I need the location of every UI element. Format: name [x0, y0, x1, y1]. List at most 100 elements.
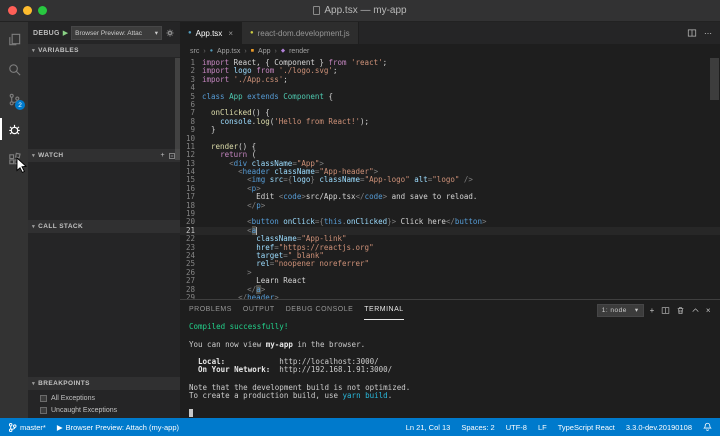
breadcrumb-item-method[interactable]: render — [289, 48, 309, 55]
code-line[interactable]: 9 } — [180, 126, 720, 134]
line-number[interactable]: 29 — [180, 294, 202, 300]
terminal-instance-dropdown[interactable]: 1: node ▾ — [597, 304, 644, 317]
tab-output[interactable]: OUTPUT — [243, 300, 275, 320]
eol-status[interactable]: LF — [538, 423, 547, 432]
split-editor-icon[interactable] — [687, 28, 697, 38]
code-line[interactable]: 15 <img src={logo} className="App-logo" … — [180, 176, 720, 184]
code-line[interactable]: 18 </p> — [180, 202, 720, 210]
uncaught-exceptions-checkbox[interactable] — [40, 407, 47, 414]
breakpoints-section-label: BREAKPOINTS — [38, 380, 90, 387]
breadcrumb-separator: › — [275, 48, 277, 55]
vscode-window: App.tsx — my-app 2 DEBU — [0, 0, 720, 436]
code-line[interactable]: 10 — [180, 135, 720, 143]
chevron-down-icon: ▾ — [32, 153, 35, 159]
editor-actions: ⋯ — [679, 22, 720, 44]
editor-area: ● App.tsx × ● react-dom.development.js ⋯… — [180, 22, 720, 418]
explorer-icon[interactable] — [0, 24, 28, 54]
chevron-down-icon: ▾ — [32, 224, 35, 230]
document-icon — [313, 6, 320, 15]
debug-target-status[interactable]: ▶ Browser Preview: Attach (my-app) — [57, 423, 179, 432]
indentation-status[interactable]: Spaces: 2 — [461, 423, 494, 432]
breadcrumb-method-icon: ◆ — [281, 48, 285, 54]
terminal-line — [189, 401, 711, 410]
title-bar: App.tsx — my-app — [0, 0, 720, 22]
chevron-down-icon: ▾ — [155, 29, 158, 37]
breakpoints-section-header[interactable]: ▾ BREAKPOINTS — [28, 377, 180, 390]
terminal-line: Compiled successfully! — [189, 323, 711, 332]
maximize-panel-icon[interactable] — [691, 306, 700, 315]
breadcrumb-item-class[interactable]: App — [258, 48, 270, 55]
debug-sidebar: DEBUG ▶ Browser Preview: Attac ▾ ▾ VARIA… — [28, 22, 180, 418]
close-window-button[interactable] — [8, 6, 17, 15]
extensions-icon[interactable] — [0, 144, 28, 174]
breakpoint-all-exceptions[interactable]: All Exceptions — [28, 392, 180, 404]
scm-badge: 2 — [15, 100, 25, 110]
breadcrumb-item-file[interactable]: App.tsx — [217, 48, 240, 55]
branch-label: master* — [20, 423, 46, 432]
watch-section-label: WATCH — [38, 152, 63, 159]
breadcrumb-separator: › — [203, 48, 205, 55]
variables-section-header[interactable]: ▾ VARIABLES — [28, 44, 180, 57]
all-exceptions-checkbox[interactable] — [40, 395, 47, 402]
window-title: App.tsx — my-app — [313, 5, 406, 16]
status-bar: master* ▶ Browser Preview: Attach (my-ap… — [0, 418, 720, 436]
debug-settings-gear-icon[interactable] — [165, 28, 175, 38]
code-line[interactable]: 29 </header> — [180, 294, 720, 300]
window-controls — [8, 0, 47, 21]
code-line[interactable]: 5class App extends Component { — [180, 93, 720, 101]
git-branch-status[interactable]: master* — [8, 422, 46, 433]
terminal[interactable]: Compiled successfully!You can now view m… — [180, 320, 720, 418]
language-mode-status[interactable]: TypeScript React — [558, 423, 615, 432]
call-stack-section-header[interactable]: ▾ CALL STACK — [28, 220, 180, 233]
code-line[interactable]: 8 console.log('Hello from React!'); — [180, 118, 720, 126]
watch-section-body — [28, 162, 180, 220]
add-watch-expression-icon[interactable]: + — [161, 152, 166, 159]
terminal-line: On Your Network: http://192.168.1.91:300… — [189, 366, 711, 375]
breakpoint-uncaught-exceptions[interactable]: Uncaught Exceptions — [28, 404, 180, 416]
tab-terminal[interactable]: TERMINAL — [364, 300, 403, 320]
variables-section-body — [28, 57, 180, 149]
terminal-instance-value: 1: node — [602, 307, 627, 314]
debug-target-label: Browser Preview: Attach (my-app) — [66, 423, 179, 432]
split-terminal-icon[interactable] — [661, 306, 670, 315]
tab-debug-console[interactable]: DEBUG CONSOLE — [286, 300, 354, 320]
editor-scrollbar[interactable] — [710, 58, 719, 100]
zoom-window-button[interactable] — [38, 6, 47, 15]
notifications-bell-icon[interactable] — [703, 422, 712, 432]
debug-config-dropdown[interactable]: Browser Preview: Attac ▾ — [71, 26, 162, 40]
code-line[interactable]: 20 <button onClick={this.onClicked}> Cli… — [180, 218, 720, 226]
js-file-icon: ● — [250, 30, 254, 36]
close-tab-icon[interactable]: × — [228, 29, 233, 38]
panel-actions: 1: node ▾ + × — [597, 304, 711, 317]
breadcrumb-separator: › — [244, 48, 246, 55]
window-title-text: App.tsx — my-app — [324, 5, 406, 16]
search-icon[interactable] — [0, 54, 28, 84]
code-lines: 1import React, { Component } from 'react… — [180, 59, 720, 299]
close-panel-icon[interactable]: × — [706, 306, 711, 315]
cursor-position-status[interactable]: Ln 21, Col 13 — [406, 423, 451, 432]
kill-terminal-icon[interactable] — [676, 306, 685, 315]
branch-icon — [8, 422, 17, 433]
code-line[interactable]: 11 render() { — [180, 143, 720, 151]
debug-icon[interactable] — [0, 114, 28, 144]
minimize-window-button[interactable] — [23, 6, 32, 15]
react-file-icon: ● — [188, 30, 192, 36]
bottom-panel: PROBLEMS OUTPUT DEBUG CONSOLE TERMINAL 1… — [180, 299, 720, 418]
tab-problems[interactable]: PROBLEMS — [189, 300, 232, 320]
start-debug-icon[interactable]: ▶ — [63, 29, 68, 37]
tab-react-dom-development-js[interactable]: ● react-dom.development.js — [242, 22, 359, 44]
encoding-status[interactable]: UTF-8 — [506, 423, 527, 432]
breadcrumb-item-src[interactable]: src — [190, 48, 199, 55]
new-terminal-icon[interactable]: + — [650, 306, 655, 315]
call-stack-section-label: CALL STACK — [38, 223, 83, 230]
code-editor[interactable]: 1import React, { Component } from 'react… — [180, 58, 720, 299]
code-line[interactable]: 3import './App.css'; — [180, 76, 720, 84]
tab-app-tsx[interactable]: ● App.tsx × — [180, 22, 242, 44]
source-control-icon[interactable]: 2 — [0, 84, 28, 114]
watch-section-header[interactable]: ▾ WATCH + — [28, 149, 180, 162]
more-actions-icon[interactable]: ⋯ — [704, 29, 712, 38]
code-line[interactable]: 25 rel="noopener noreferrer" — [180, 260, 720, 268]
breakpoints-section-body: All Exceptions Uncaught Exceptions — [28, 390, 180, 418]
uncaught-exceptions-label: Uncaught Exceptions — [51, 407, 117, 414]
chevron-down-icon: ▾ — [32, 48, 35, 54]
